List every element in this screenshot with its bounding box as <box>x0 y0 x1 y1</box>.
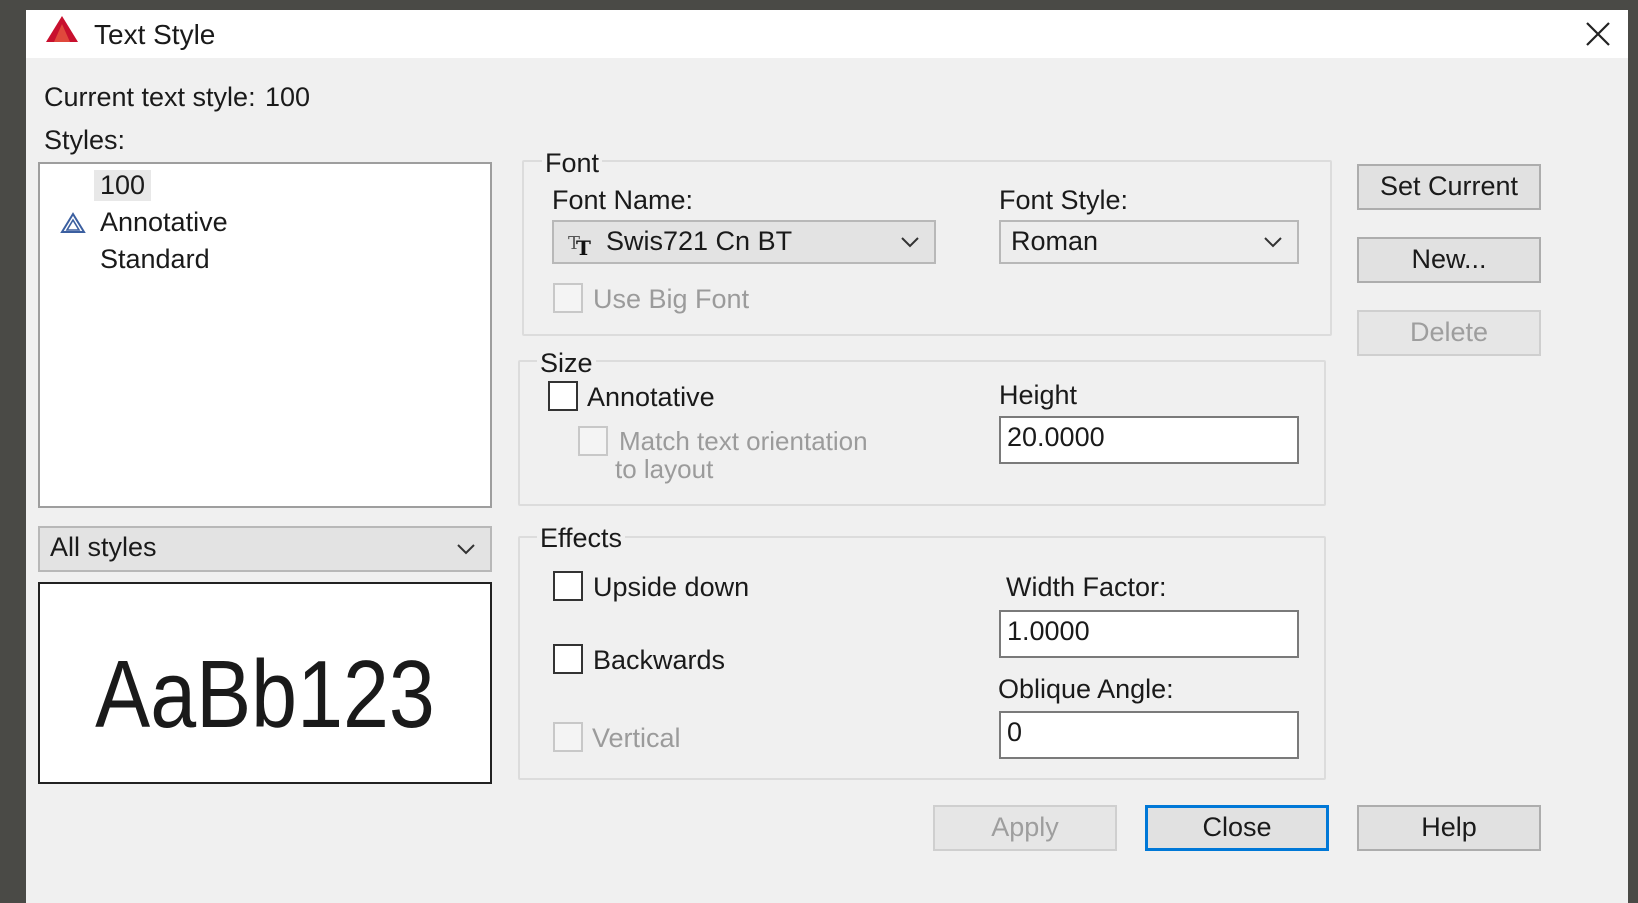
font-name-label: Font Name: <box>552 185 694 215</box>
backwards-label: Backwards <box>593 645 726 675</box>
svg-text:T: T <box>576 236 591 257</box>
upside-down-checkbox[interactable] <box>553 571 583 601</box>
chevron-down-icon <box>1264 237 1282 248</box>
match-orientation-label-line2: to layout <box>615 454 714 484</box>
height-input[interactable]: 20.0000 <box>999 416 1299 464</box>
style-item-annotative[interactable]: Annotative <box>100 207 228 238</box>
effects-group-title: Effects <box>537 523 626 554</box>
autocad-logo-icon <box>46 16 78 42</box>
close-icon[interactable] <box>1580 16 1616 52</box>
style-item-standard[interactable]: Standard <box>100 244 210 275</box>
delete-button[interactable]: Delete <box>1357 310 1541 356</box>
upside-down-label: Upside down <box>593 572 750 602</box>
use-big-font-checkbox[interactable] <box>553 283 583 313</box>
new-button[interactable]: New... <box>1357 237 1541 283</box>
font-style-dropdown[interactable]: Roman <box>999 220 1299 264</box>
oblique-angle-label: Oblique Angle: <box>998 674 1174 704</box>
styles-filter-dropdown[interactable]: All styles <box>38 526 492 572</box>
size-annotative-label: Annotative <box>587 382 715 412</box>
preview-text: AaBb123 <box>95 641 435 748</box>
width-factor-input[interactable]: 1.0000 <box>999 610 1299 658</box>
font-name-dropdown[interactable]: T T Swis721 Cn BT <box>552 220 936 264</box>
chevron-down-icon <box>457 544 475 555</box>
preview-box: AaBb123 <box>38 582 492 784</box>
window-title: Text Style <box>94 19 216 50</box>
help-button[interactable]: Help <box>1357 805 1541 851</box>
truetype-font-icon: T T <box>568 233 591 257</box>
apply-button[interactable]: Apply <box>933 805 1117 851</box>
match-orientation-label-line1: Match text orientation <box>619 426 868 456</box>
style-item-100[interactable]: 100 <box>94 170 152 201</box>
size-group-title: Size <box>537 348 596 379</box>
styles-filter-value: All styles <box>50 532 157 562</box>
text-style-dialog: Text Style Current text style: 100 Style… <box>26 10 1628 903</box>
use-big-font-label: Use Big Font <box>593 284 750 314</box>
title-bar: Text Style <box>26 10 1628 58</box>
font-group-title: Font <box>542 148 603 179</box>
current-style-label: Current text style: <box>44 82 256 112</box>
current-style-value: 100 <box>265 82 311 112</box>
vertical-label: Vertical <box>592 723 681 753</box>
width-factor-label: Width Factor: <box>1006 572 1167 602</box>
font-name-value: Swis721 Cn BT <box>606 226 793 256</box>
oblique-angle-input[interactable]: 0 <box>999 711 1299 759</box>
height-label: Height <box>999 380 1078 410</box>
set-current-button[interactable]: Set Current <box>1357 164 1541 210</box>
font-style-value: Roman <box>1011 226 1099 256</box>
backwards-checkbox[interactable] <box>553 644 583 674</box>
match-orientation-checkbox[interactable] <box>578 426 608 456</box>
styles-list[interactable]: 100 Annotative Standard <box>38 162 492 508</box>
styles-label: Styles: <box>44 125 126 155</box>
vertical-checkbox[interactable] <box>553 722 583 752</box>
chevron-down-icon <box>901 237 919 248</box>
close-button[interactable]: Close <box>1145 805 1329 851</box>
annotative-icon <box>60 212 86 233</box>
size-annotative-checkbox[interactable] <box>548 381 578 411</box>
font-style-label: Font Style: <box>999 185 1129 215</box>
